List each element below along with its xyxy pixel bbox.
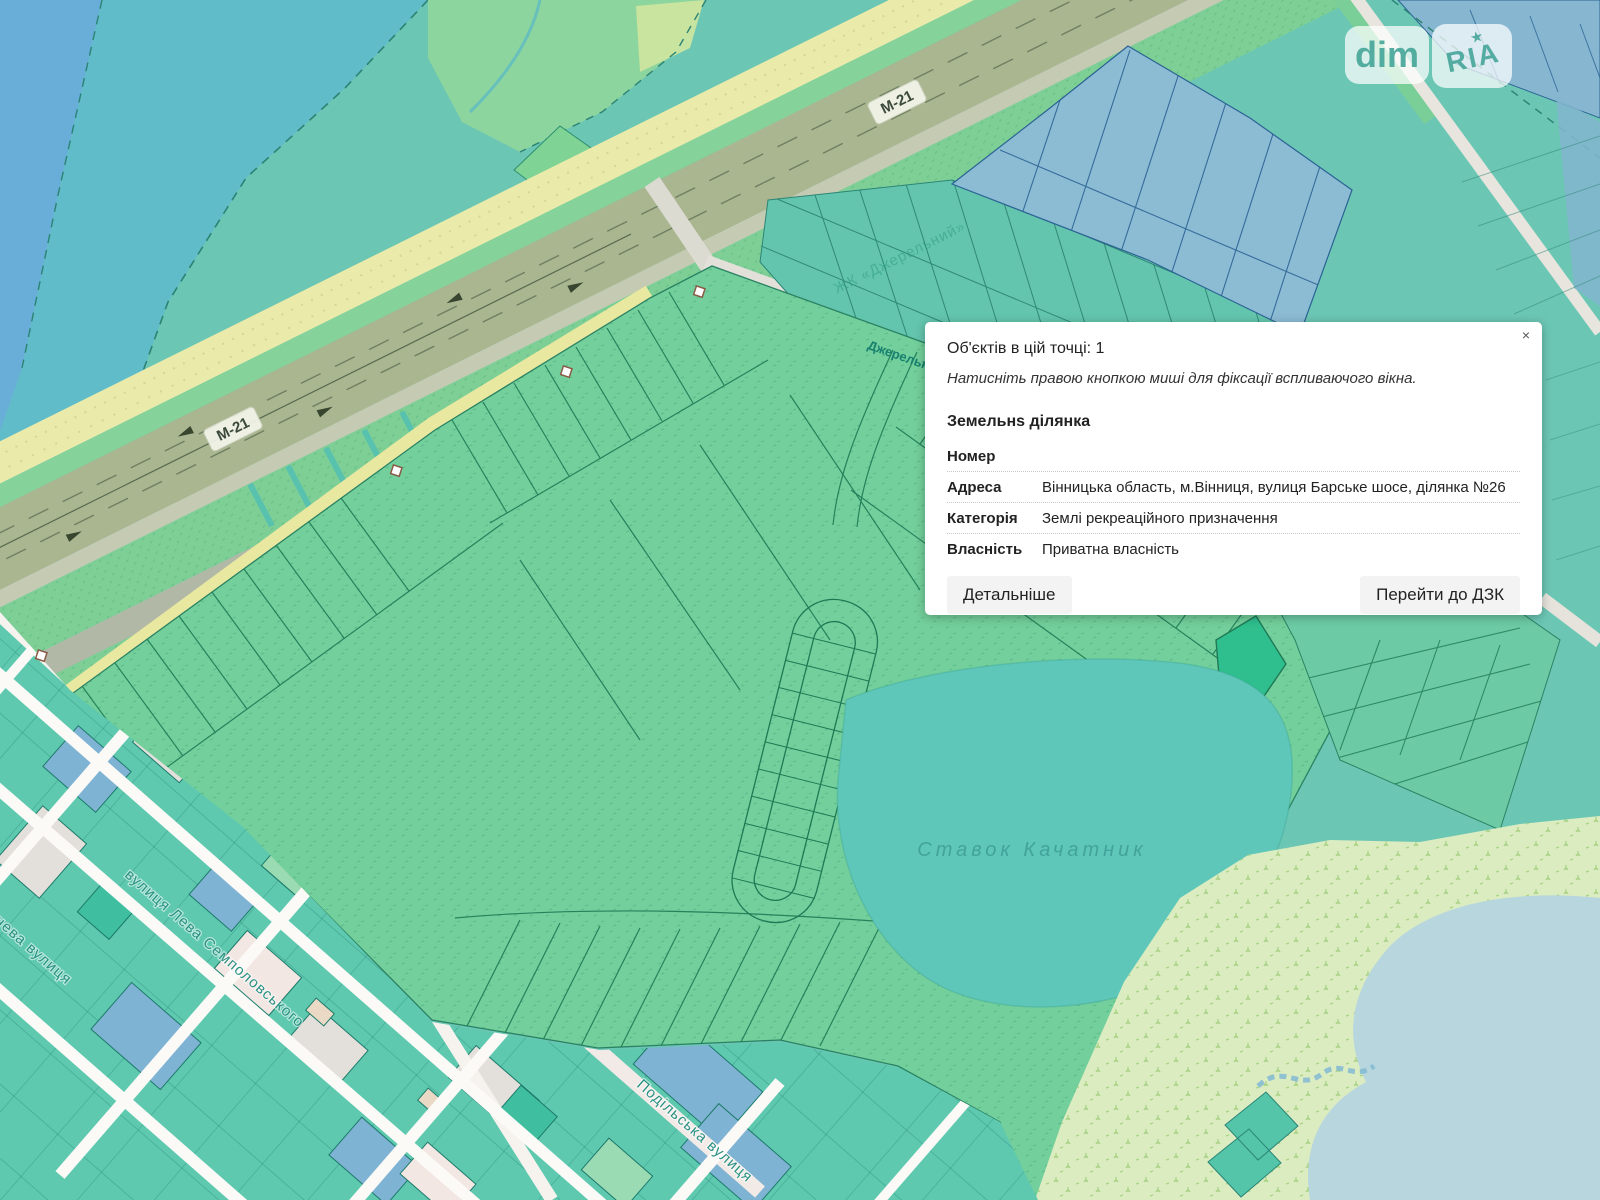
table-row-kategoriya: Категорія Землі рекреаційного призначенн… (947, 503, 1520, 534)
dim-logo-text: dim (1345, 26, 1429, 84)
ria-logo-text: RIA (1443, 37, 1503, 80)
ria-logo-box: ★ RIA (1432, 24, 1512, 88)
lake-label: Ставок Качатник (917, 839, 1146, 861)
parcel-info-table: Номер Адреса Вінницька область, м.Вінниц… (947, 441, 1520, 564)
close-icon[interactable]: × (1522, 328, 1530, 342)
go-to-dzk-button[interactable]: Перейти до ДЗК (1360, 576, 1520, 614)
table-row-vlasnist: Власність Приватна власність (947, 534, 1520, 564)
popup-section-title: Земельнs ділянка (947, 413, 1520, 431)
details-button[interactable]: Детальніше (947, 576, 1072, 614)
popup-hint: Натисніть правою кнопкою миші для фіксац… (947, 370, 1520, 387)
popup-objects-count: Об'єктів в цій точці: 1 (947, 340, 1520, 358)
map-popup: × Об'єктів в цій точці: 1 Натисніть прав… (925, 322, 1542, 615)
table-row-adresa: Адреса Вінницька область, м.Вінниця, вул… (947, 472, 1520, 503)
dim-ria-logo: dim ★ RIA (1345, 26, 1512, 88)
table-row-nomer: Номер (947, 441, 1520, 472)
cadastral-map-page: Ставок Качатник (0, 0, 1600, 1200)
